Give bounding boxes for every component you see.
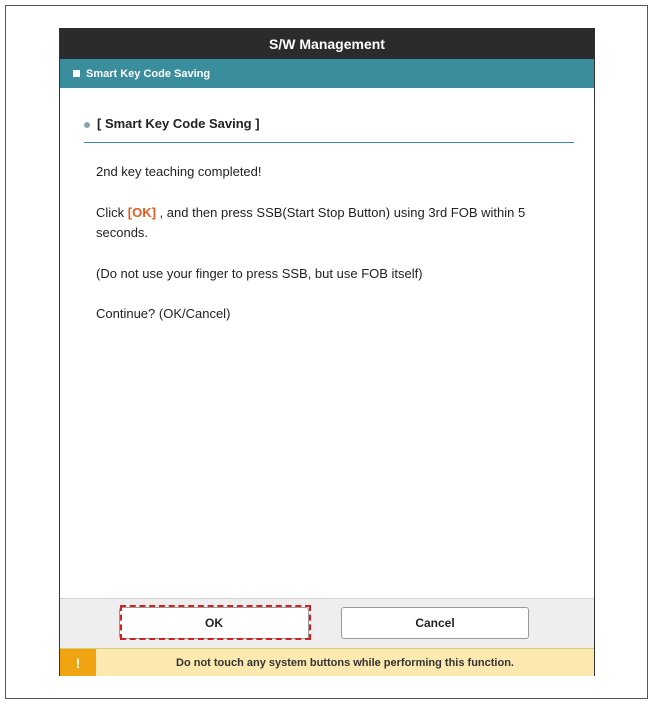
button-bar: OK Cancel — [60, 598, 594, 648]
section-label: Smart Key Code Saving — [86, 67, 211, 80]
warning-bar: ! Do not touch any system buttons while … — [60, 648, 594, 676]
ok-button[interactable]: OK — [119, 607, 309, 639]
warning-icon: ! — [60, 649, 96, 676]
sw-management-window: S/W Management Smart Key Code Saving [ S… — [59, 28, 595, 676]
warning-text: Do not touch any system buttons while pe… — [176, 656, 514, 669]
message-line-2: Click [OK] , and then press SSB(Start St… — [96, 203, 566, 243]
section-bar: Smart Key Code Saving — [60, 59, 594, 88]
message-line-1: 2nd key teaching completed! — [96, 164, 262, 179]
content-heading: [ Smart Key Code Saving ] — [97, 116, 260, 131]
message-line-3: (Do not use your finger to press SSB, bu… — [96, 266, 423, 281]
message-line-4: Continue? (OK/Cancel) — [96, 306, 231, 321]
square-icon — [73, 70, 80, 77]
message-line-2-suffix: , and then press SSB(Start Stop Button) … — [96, 205, 526, 240]
window-title: S/W Management — [60, 28, 594, 59]
content-area: [ Smart Key Code Saving ] 2nd key teachi… — [60, 88, 594, 628]
message-line-2-prefix: Click — [96, 205, 128, 220]
content-heading-row: [ Smart Key Code Saving ] — [84, 116, 574, 143]
ok-highlight-text: [OK] — [127, 205, 156, 220]
cancel-button[interactable]: Cancel — [341, 607, 529, 639]
bullet-icon — [84, 122, 90, 128]
